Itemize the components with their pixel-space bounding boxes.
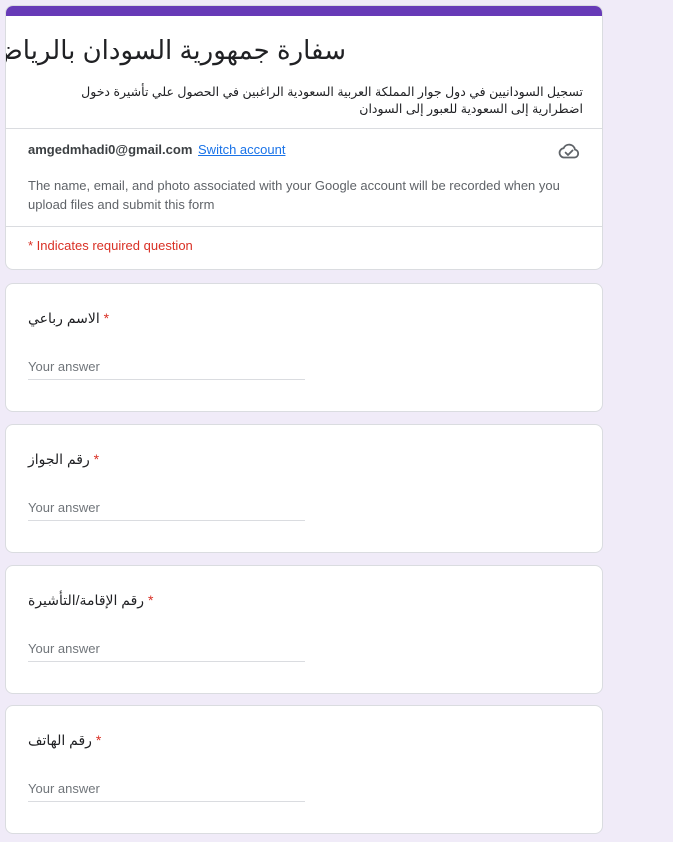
required-asterisk: * — [147, 592, 154, 608]
form-description: تسجيل السودانيين في دول جوار المملكة الع… — [81, 85, 583, 116]
question-label: رقم الهاتف * — [28, 730, 105, 750]
account-row: amgedmhadi0@gmail.com Switch account — [28, 141, 285, 158]
question-title: رقم الهاتف — [28, 732, 92, 748]
required-asterisk: * — [103, 310, 110, 326]
answer-input-passport-number[interactable] — [28, 495, 305, 521]
required-asterisk: * — [95, 732, 102, 748]
cloud-check-icon — [558, 143, 580, 159]
answer-input-residency-visa-number[interactable] — [28, 636, 305, 662]
question-card-passport-number: رقم الجواز * — [5, 424, 603, 553]
form-header-card: سفارة جمهورية السودان بالرياض تسجيل السو… — [5, 5, 603, 270]
question-title: الاسم رباعي — [28, 310, 100, 326]
account-notice: The name, email, and photo associated wi… — [28, 178, 560, 212]
header-accent-band — [6, 6, 602, 16]
question-label: الاسم رباعي * — [28, 308, 113, 328]
header-divider — [6, 128, 602, 129]
required-question-note: * Indicates required question — [28, 238, 193, 253]
switch-account-link[interactable]: Switch account — [198, 142, 285, 157]
form-title: سفارة جمهورية السودان بالرياض — [5, 35, 346, 65]
question-card-residency-visa-number: رقم الإقامة/التأشيرة * — [5, 565, 603, 694]
required-asterisk: * — [93, 451, 100, 467]
answer-input-phone-number[interactable] — [28, 776, 305, 802]
question-label: رقم الجواز * — [28, 449, 103, 469]
question-title: رقم الإقامة/التأشيرة — [28, 592, 145, 608]
question-label: رقم الإقامة/التأشيرة * — [28, 590, 157, 610]
answer-input-full-name[interactable] — [28, 354, 305, 380]
account-email: amgedmhadi0@gmail.com — [28, 142, 193, 157]
notice-divider — [6, 226, 602, 227]
question-title: رقم الجواز — [28, 451, 90, 467]
question-card-phone-number: رقم الهاتف * — [5, 705, 603, 834]
question-card-full-name: الاسم رباعي * — [5, 283, 603, 412]
